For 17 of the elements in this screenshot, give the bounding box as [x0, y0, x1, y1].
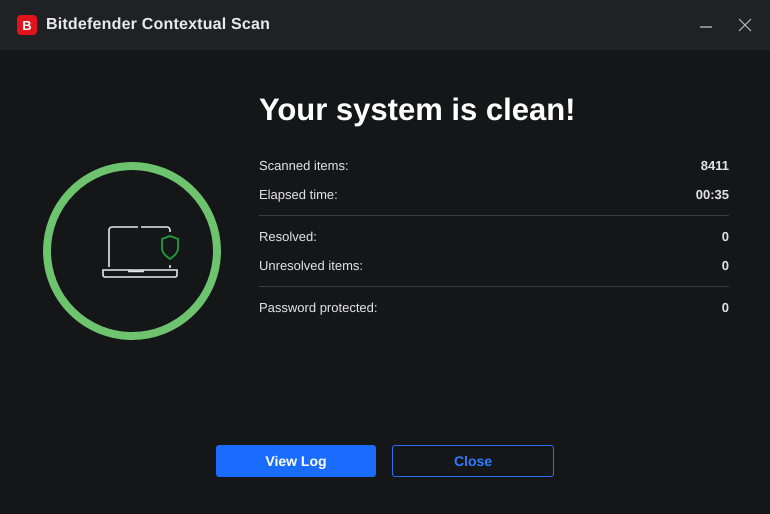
stat-label: Password protected: — [259, 300, 378, 315]
close-button[interactable]: Close — [392, 445, 554, 477]
view-log-button[interactable]: View Log — [216, 445, 376, 477]
stat-value: 0 — [722, 300, 729, 315]
app-logo: B — [17, 15, 37, 35]
close-icon[interactable] — [738, 18, 752, 32]
stat-label: Resolved: — [259, 229, 317, 244]
stat-label: Scanned items: — [259, 158, 349, 173]
window-title: Bitdefender Contextual Scan — [46, 16, 270, 34]
stat-value: 0 — [722, 229, 729, 244]
stat-value: 00:35 — [696, 187, 729, 202]
stat-value: 8411 — [700, 158, 729, 173]
result-heading: Your system is clean! — [259, 92, 576, 128]
stat-value: 0 — [722, 258, 729, 273]
stat-label: Elapsed time: — [259, 187, 338, 202]
stat-label: Unresolved items: — [259, 258, 364, 273]
status-ring-icon — [41, 160, 223, 342]
